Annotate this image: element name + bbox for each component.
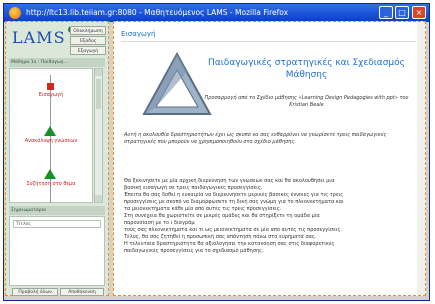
exit-button[interactable]: Έξοδος — [70, 36, 106, 45]
view-all-button[interactable]: Προβολή όλων — [12, 288, 58, 296]
activity-current-icon[interactable] — [47, 83, 54, 90]
body-line: Η τελευταία δραστηριότητα θα αξιολογήσει… — [124, 241, 335, 247]
notebook-header: Σημειωματάριο — [9, 206, 105, 215]
body-line: Έπειτα θα σας δοθεί η ευκαιρία να διερευ… — [124, 192, 344, 198]
activity-label[interactable]: Εισαγωγή — [16, 92, 86, 98]
learner-sidebar: LAMS Ολοκλήρωση Έξοδος Εξαγωγή Μάθημα 1ο… — [5, 21, 109, 296]
maximize-button[interactable]: □ — [395, 6, 409, 19]
activity-pending-icon[interactable] — [44, 126, 56, 136]
body-line: παιδαγωγικές προσεγγίσεις για το σχεδιασ… — [124, 248, 264, 254]
firefox-icon — [9, 7, 21, 19]
activity-subtext: Προσαρμογή από το Σχέδιο μάθησης «Learni… — [204, 95, 409, 108]
body-line: τούς σας πλεονεκτήματα και τι ως μειονεκ… — [124, 227, 342, 233]
content-scrollbar[interactable] — [417, 22, 425, 295]
finish-button[interactable]: Ολοκλήρωση — [70, 26, 106, 35]
activity-pending-icon[interactable] — [44, 169, 56, 179]
notebook-panel: Τίτλος — [9, 216, 105, 286]
activity-content: Εισαγωγή Παιδαγωγικές στρατηγικές και Σχ… — [113, 21, 426, 296]
body-line: Στη συνέχεια θα χωριστείτε σε μικρές ομά… — [124, 213, 320, 219]
sequence-map: Εισαγωγή Ανακάλυψη γνώσεων Συζήτηση στο … — [9, 68, 93, 203]
page-title: Εισαγωγή — [121, 30, 156, 38]
intro-paragraph: Αυτή η ακολουθία δραστηριοτήτων έχει ως … — [124, 132, 387, 145]
body-line: παρουσίαση με το ι διαγράμ — [124, 220, 195, 226]
activity-label[interactable]: Συζήτηση στο θέμα — [16, 181, 86, 187]
title-divider — [121, 41, 416, 42]
scroll-thumb[interactable] — [96, 79, 101, 109]
close-button[interactable]: × — [412, 6, 426, 19]
export-button[interactable]: Εξαγωγή — [70, 46, 106, 55]
activity-heading: Παιδαγωγικές στρατηγικές και Σχεδιασμός … — [208, 58, 405, 80]
sequence-scrollbar[interactable] — [94, 68, 103, 203]
minimize-button[interactable]: _ — [379, 6, 393, 19]
activity-label[interactable]: Ανακάλυψη γνώσεων — [16, 138, 86, 144]
body-line: Θα ξεκινήσετε με μία αρχική διερεύνηση τ… — [124, 178, 335, 184]
body-line: Τέλος, θα σας ζητηθεί η προσωπική σας απ… — [124, 234, 317, 240]
scroll-down-icon[interactable] — [95, 195, 102, 202]
lams-logo: LAMS — [12, 28, 66, 47]
body-line: τα μειονεκτήματα κάθε μία από αυτές τις … — [124, 206, 282, 212]
body-line: βασική εισαγωγή σε τρεις παιδαγωγικές πρ… — [124, 185, 263, 191]
scroll-up-icon[interactable] — [95, 69, 102, 76]
window-title: http://ltc13.lib.teiiam.gr:8080 - Μαθητε… — [26, 8, 289, 17]
body-paragraph: Θα ξεκινήσετε με μία αρχική διερεύνηση τ… — [124, 178, 419, 255]
notebook-title-input[interactable]: Τίτλος — [13, 220, 101, 228]
title-bar: http://ltc13.lib.teiiam.gr:8080 - Μαθητε… — [4, 4, 429, 22]
body-line: προσεγγίσεις με σκοπό να διαμορφώσετε τη… — [124, 199, 344, 205]
sequence-header: Μάθημα 1ο : Παιδαγωγ... — [9, 58, 105, 67]
save-button[interactable]: Αποθήκευση — [60, 288, 104, 296]
